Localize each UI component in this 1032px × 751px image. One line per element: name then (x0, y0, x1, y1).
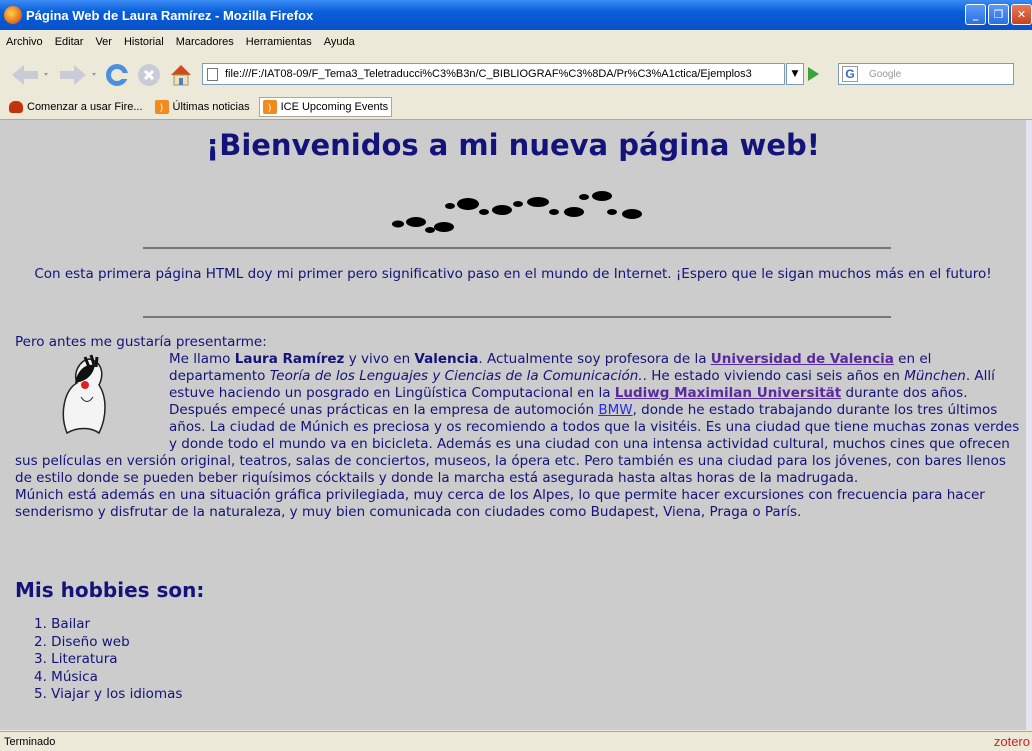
hobbies-title: Mis hobbies son: (15, 578, 205, 602)
back-arrow-icon[interactable] (8, 62, 52, 88)
bookmark-news[interactable]: ) Últimas noticias (152, 98, 253, 116)
menu-marcadores[interactable]: Marcadores (176, 36, 234, 48)
bio-section: Pero antes me gustaría presentarme: Me l… (15, 334, 1023, 521)
bookmark-ice-events[interactable]: ) ICE Upcoming Events (258, 96, 393, 117)
bio-department: Teoría de los Lenguajes y Ciencias de la… (269, 368, 643, 384)
maximize-button[interactable]: ❐ (988, 4, 1009, 25)
page-icon (207, 68, 218, 81)
list-item: 2. Diseño web (34, 633, 130, 650)
firefox-icon (9, 100, 23, 113)
go-button[interactable] (808, 67, 819, 81)
rss-icon: ) (262, 99, 277, 114)
home-icon[interactable] (168, 62, 194, 88)
menu-bar: Archivo Editar Ver Historial Marcadores … (0, 30, 1032, 54)
divider-bottom (143, 316, 891, 318)
link-lmu[interactable]: Ludiwg Maximilan Universität (615, 385, 841, 401)
divider-top (143, 247, 891, 249)
bio-city: Valencia (414, 351, 479, 367)
menu-ayuda[interactable]: Ayuda (324, 36, 355, 48)
vertical-scrollbar[interactable] (1026, 120, 1032, 730)
search-input[interactable]: G Google (838, 63, 1014, 85)
title-bar: Página Web de Laura Ramírez - Mozilla Fi… (0, 0, 1032, 30)
menu-ver[interactable]: Ver (95, 36, 112, 48)
google-icon[interactable]: G (842, 66, 858, 82)
menu-editar[interactable]: Editar (55, 36, 84, 48)
menu-herramientas[interactable]: Herramientas (246, 36, 312, 48)
link-bmw[interactable]: BMW (598, 402, 632, 418)
bio-munchen: München (904, 368, 966, 384)
page-heading: ¡Bienvenidos a mi nueva página web! (205, 128, 820, 162)
bookmark-getting-started[interactable]: Comenzar a usar Fire... (6, 99, 146, 115)
status-bar: Terminado zotero (0, 731, 1032, 751)
reload-icon[interactable] (104, 62, 130, 88)
forward-arrow-icon[interactable] (56, 62, 100, 88)
list-item: 3. Literatura (34, 651, 118, 667)
intro-text: Con esta primera página HTML doy mi prim… (34, 266, 992, 282)
url-bar[interactable]: file:///F:/IAT08-09/F_Tema3_Teletraducci… (202, 63, 785, 85)
bio-name: Laura Ramírez (234, 351, 345, 367)
minimize-button[interactable]: _ (965, 4, 986, 25)
url-text: file:///F:/IAT08-09/F_Tema3_Teletraducci… (225, 68, 752, 80)
page-content: ¡Bienvenidos a mi nueva página web! Con … (0, 120, 1026, 730)
bookmarks-toolbar: Comenzar a usar Fire... ) Últimas noticia… (0, 94, 1032, 120)
bio-paragraph-2: Múnich está además en una situación gráf… (15, 487, 985, 520)
zotero-button[interactable]: zotero (994, 734, 1030, 749)
navigation-toolbar: file:///F:/IAT08-09/F_Tema3_Teletraducci… (0, 54, 1032, 94)
stop-icon[interactable] (136, 62, 162, 88)
search-placeholder: Google (869, 68, 902, 80)
hobbies-list: 1. Bailar 2. Diseño web 3. Literatura 4.… (34, 616, 182, 704)
list-item: 5. Viajar y los idiomas (34, 686, 183, 702)
list-item: 4. Música (34, 668, 98, 685)
firefox-logo-icon (4, 6, 22, 24)
list-item: 1. Bailar (34, 616, 91, 632)
window-title: Página Web de Laura Ramírez - Mozilla Fi… (26, 7, 314, 23)
footsteps-image (392, 191, 642, 233)
mozilla-dinosaur-image (62, 354, 106, 435)
status-text: Terminado (4, 735, 56, 748)
menu-archivo[interactable]: Archivo (6, 36, 43, 48)
rss-icon: ) (154, 99, 169, 114)
close-button[interactable]: ✕ (1011, 4, 1032, 25)
url-dropdown-button[interactable]: ▼ (786, 63, 804, 85)
link-universidad-valencia[interactable]: Universidad de Valencia (711, 351, 894, 367)
menu-historial[interactable]: Historial (124, 36, 164, 48)
present-text: Pero antes me gustaría presentarme: (15, 334, 267, 350)
